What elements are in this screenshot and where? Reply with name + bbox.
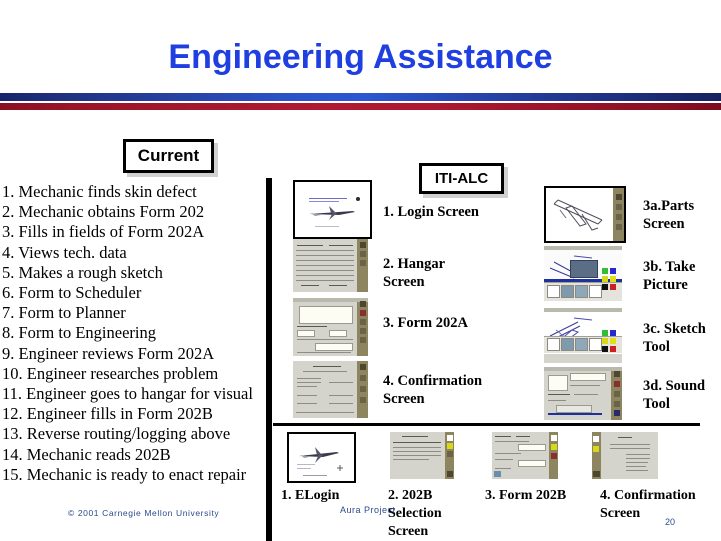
thumb-canvas [293, 239, 368, 292]
aircraft-icon [299, 447, 343, 471]
thumb-canvas [546, 188, 624, 241]
list-item: 13. Reverse routing/logging above [2, 424, 231, 444]
thumb-canvas [293, 298, 368, 356]
list-item: 8. Form to Engineering [2, 323, 156, 343]
sketch-tool-thumbnail[interactable] [544, 308, 622, 363]
list-item: 11. Engineer goes to hangar for visual [2, 384, 253, 404]
list-item: 10. Engineer researches problem [2, 363, 219, 383]
login-screen-thumbnail[interactable] [293, 180, 372, 239]
page-number: 20 [665, 517, 676, 527]
thumb-canvas [592, 432, 658, 479]
list-item: 7. Form to Planner [2, 303, 126, 323]
hangar-screen-label: 2. Hangar Screen [383, 256, 445, 290]
list-item: 6. Form to Scheduler [2, 283, 142, 303]
take-picture-thumbnail[interactable] [544, 246, 622, 301]
list-item: 14. Mechanic reads 202B [2, 444, 171, 464]
list-item: 1. Mechanic finds skin defect [2, 182, 197, 201]
vertical-divider [266, 178, 272, 541]
202b-selection-thumbnail[interactable] [390, 432, 454, 479]
list-item: 15. Mechanic is ready to enact repair [2, 464, 247, 484]
callout-current: Current [123, 139, 214, 173]
thumb-canvas [390, 432, 454, 479]
aura-project-label: Aura Project [340, 505, 396, 515]
202b-selection-label: 2. 202B Selection Screen [388, 488, 442, 539]
thumb-canvas [289, 434, 354, 481]
take-picture-label: 3b. Take Picture [643, 259, 696, 293]
header-rule-blue [0, 93, 721, 101]
list-item: 12. Engineer fills in Form 202B [2, 404, 213, 424]
form-202a-label: 3. Form 202A [383, 315, 468, 331]
confirmation-screen-thumbnail[interactable] [293, 361, 368, 418]
current-process-list: 1. Mechanic finds skin defect 2. Mechani… [2, 182, 264, 485]
thumb-canvas [295, 182, 370, 237]
bottom-confirmation-label: 4. Confirmation Screen [600, 488, 696, 521]
elogin-label: 1. ELogin [281, 488, 340, 503]
bottom-confirmation-thumbnail[interactable] [592, 432, 658, 479]
callout-iti-alc-label: ITI-ALC [434, 170, 489, 187]
slide-canvas: Engineering Assistance Current ITI-ALC 1… [0, 0, 721, 541]
login-screen-label: 1. Login Screen [383, 204, 479, 220]
list-item: 2. Mechanic obtains Form 202 [2, 202, 205, 222]
callout-iti-alc: ITI-ALC [419, 163, 504, 194]
sound-tool-thumbnail[interactable] [544, 367, 622, 420]
hangar-screen-thumbnail[interactable] [293, 239, 368, 292]
sketch-tool-label: 3c. Sketch Tool [643, 321, 706, 355]
thumb-canvas [544, 367, 622, 420]
page-title: Engineering Assistance [168, 38, 553, 76]
aircraft-icon [309, 197, 360, 220]
copyright-notice: © 2001 Carnegie Mellon University [68, 508, 220, 518]
thumb-canvas [544, 246, 622, 301]
horizontal-divider [273, 423, 700, 426]
header-rule-red [0, 103, 721, 110]
form-202a-thumbnail[interactable] [293, 298, 368, 356]
list-item: 3. Fills in fields of Form 202A [2, 222, 205, 242]
elogin-thumbnail[interactable] [287, 432, 356, 483]
thumb-canvas [492, 432, 558, 479]
confirmation-screen-label: 4. Confirmation Screen [383, 373, 483, 407]
parts-screen-thumbnail[interactable] [544, 186, 626, 243]
callout-current-label: Current [137, 146, 200, 165]
form-202b-thumbnail[interactable] [492, 432, 558, 479]
thumb-canvas [544, 308, 622, 363]
parts-screen-label: 3a.Parts Screen [643, 198, 695, 232]
parts-diagram-icon [553, 199, 603, 231]
sound-tool-label: 3d. Sound Tool [643, 378, 706, 412]
thumb-canvas [293, 361, 368, 418]
list-item: 4. Views tech. data [2, 242, 127, 262]
list-item: 9. Engineer reviews Form 202A [2, 343, 215, 363]
form-202b-label: 3. Form 202B [485, 488, 567, 503]
list-item: 5. Makes a rough sketch [2, 262, 163, 282]
